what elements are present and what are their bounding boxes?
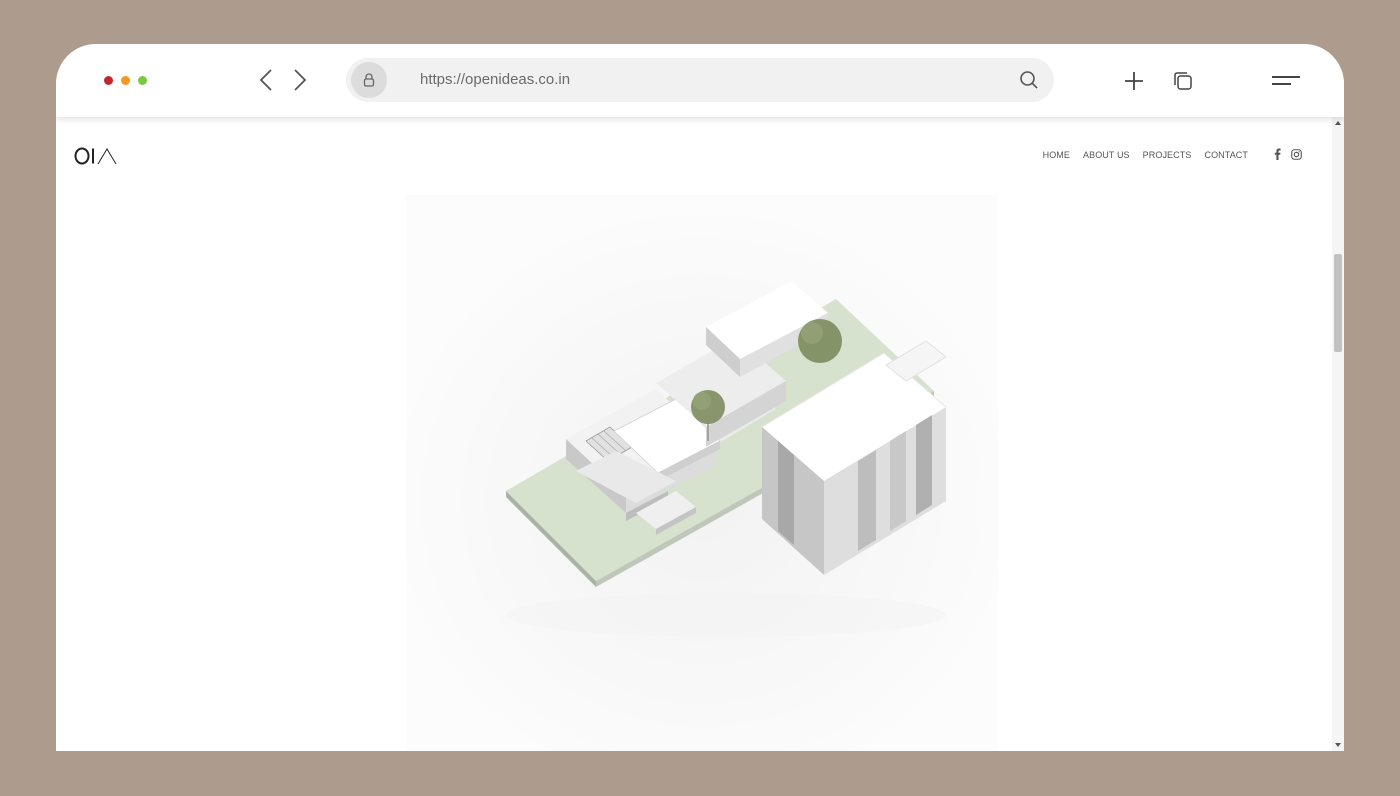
site-info-button[interactable]	[351, 62, 387, 98]
oia-logo-icon	[74, 147, 117, 165]
site-navigation: HOME ABOUT US PROJECTS CONTACT	[1043, 150, 1248, 160]
instagram-link[interactable]	[1291, 148, 1302, 160]
browser-toolbar: https://openideas.co.in	[56, 44, 1344, 117]
nav-about-us[interactable]: ABOUT US	[1083, 150, 1130, 160]
page-viewport: HOME ABOUT US PROJECTS CONTACT	[56, 117, 1332, 751]
minimize-window-button[interactable]	[121, 76, 130, 85]
tabs-overview-button[interactable]	[1170, 68, 1196, 94]
browser-window: https://openideas.co.in HOME ABOUT US PR…	[56, 44, 1344, 751]
plus-icon	[1125, 72, 1143, 90]
project-hero-image	[406, 195, 998, 751]
maximize-window-button[interactable]	[138, 76, 147, 85]
scroll-thumb[interactable]	[1334, 254, 1342, 352]
search-button[interactable]	[1018, 69, 1040, 91]
back-button[interactable]	[254, 66, 278, 94]
forward-button[interactable]	[288, 66, 312, 94]
instagram-icon	[1291, 148, 1302, 160]
axonometric-house-model-illustration	[406, 195, 998, 751]
scroll-up-arrow-icon[interactable]	[1335, 121, 1341, 125]
menu-icon	[1272, 76, 1300, 85]
scroll-down-arrow-icon[interactable]	[1335, 743, 1341, 747]
window-controls	[104, 76, 147, 85]
lock-icon	[363, 73, 375, 87]
facebook-icon	[1274, 148, 1281, 160]
address-bar[interactable]: https://openideas.co.in	[346, 58, 1054, 102]
nav-contact[interactable]: CONTACT	[1204, 150, 1248, 160]
nav-home[interactable]: HOME	[1043, 150, 1070, 160]
new-tab-button[interactable]	[1121, 68, 1147, 94]
search-icon	[1020, 71, 1038, 89]
chevron-right-icon	[294, 69, 307, 91]
tabs-icon	[1174, 72, 1192, 90]
facebook-link[interactable]	[1274, 148, 1281, 160]
site-header: HOME ABOUT US PROJECTS CONTACT	[56, 117, 1332, 195]
page-scrollbar[interactable]	[1332, 117, 1344, 751]
close-window-button[interactable]	[104, 76, 113, 85]
chevron-left-icon	[259, 69, 272, 91]
site-logo[interactable]	[74, 145, 118, 167]
url-text: https://openideas.co.in	[420, 71, 571, 88]
nav-projects[interactable]: PROJECTS	[1143, 150, 1192, 160]
menu-button[interactable]	[1271, 68, 1301, 94]
social-links	[1274, 148, 1302, 160]
